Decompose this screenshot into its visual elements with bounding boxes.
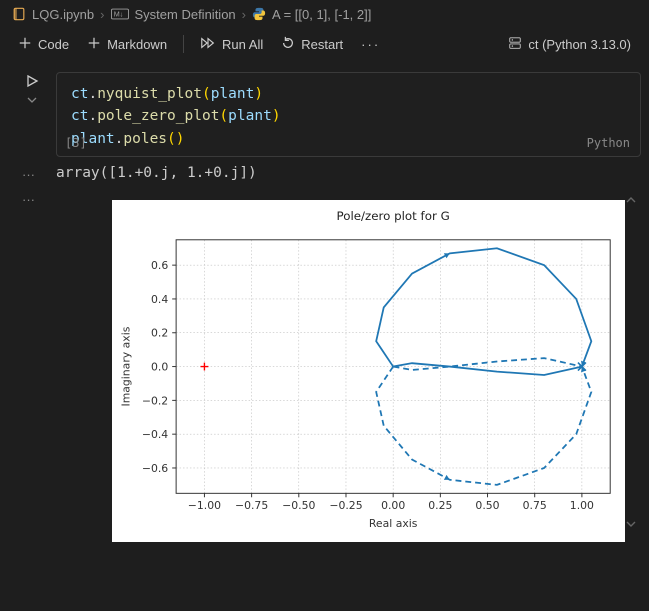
svg-text:0.0: 0.0 [151,361,168,374]
code-line: ct.nyquist_plot(plant) [71,83,626,105]
run-all-button[interactable]: Run All [194,34,269,55]
kernel-picker[interactable]: ct (Python 3.13.0) [502,34,637,55]
code-line: plant.poles() [71,128,626,150]
svg-text:Pole/zero plot for G: Pole/zero plot for G [337,209,450,223]
svg-text:0.25: 0.25 [428,500,452,513]
ellipsis-icon: ··· [361,37,380,52]
svg-text:0.75: 0.75 [523,500,547,513]
svg-text:−1.00: −1.00 [188,500,221,513]
svg-text:0.4: 0.4 [151,293,168,306]
kernel-label: ct (Python 3.13.0) [528,37,631,52]
output-plot: −1.00 −0.75 −0.50 −0.25 0.00 0.25 0.50 0.75 1.00… [112,200,625,542]
notebook-toolbar: Code Markdown Run All Restart ··· ct (Py… [0,28,649,60]
run-all-label: Run All [222,37,263,52]
code-editor[interactable]: ct.nyquist_plot(plant)ct.pole_zero_plot(… [56,72,641,157]
more-button[interactable]: ··· [355,35,386,54]
svg-text:0.50: 0.50 [475,500,499,513]
markdown-icon: M↓ [111,8,129,20]
restart-button[interactable]: Restart [275,34,349,55]
restart-label: Restart [301,37,343,52]
add-markdown-label: Markdown [107,37,167,52]
breadcrumb-file-label: LQG.ipynb [32,7,94,22]
svg-text:−0.25: −0.25 [329,500,362,513]
breadcrumb-file[interactable]: LQG.ipynb [12,7,94,22]
breadcrumb-cell[interactable]: A = [[0, 1], [-1, 2]] [252,7,371,22]
code-cell: ct.nyquist_plot(plant)ct.pole_zero_plot(… [8,72,641,157]
svg-text:Real axis: Real axis [369,517,418,530]
horizontal-scrollbar[interactable] [64,530,625,540]
svg-text:1.00: 1.00 [570,500,594,513]
plus-icon [87,36,101,53]
breadcrumb-section[interactable]: M↓ System Definition [111,7,236,22]
chevron-right-icon: › [100,7,104,22]
output-menu-button[interactable]: ··· [8,165,56,182]
code-line: ct.pole_zero_plot(plant) [71,105,626,127]
breadcrumb: LQG.ipynb › M↓ System Definition › A = [… [0,0,649,28]
output-menu-button[interactable]: ··· [8,190,56,207]
scroll-up-button[interactable] [625,194,637,206]
breadcrumb-cell-label: A = [[0, 1], [-1, 2]] [272,7,371,22]
chevron-down-icon[interactable] [27,92,37,107]
svg-text:−0.2: −0.2 [142,395,168,408]
svg-text:−0.4: −0.4 [142,429,168,442]
scroll-down-button[interactable] [625,518,637,530]
server-icon [508,36,522,53]
svg-text:Imaginary axis: Imaginary axis [120,327,133,407]
restart-icon [281,36,295,53]
run-cell-button[interactable] [22,72,42,90]
output-text: array([1.+0.j, 1.+0.j]) [56,165,257,181]
svg-text:−0.75: −0.75 [235,500,268,513]
add-code-button[interactable]: Code [12,34,75,55]
run-all-icon [200,36,216,53]
toolbar-divider [183,35,184,53]
svg-text:−0.6: −0.6 [142,462,168,475]
plus-icon [18,36,32,53]
output-plot-row: ··· −1.00 −0.75 −0.50 −0.25 0.00 0.25 0.50 0.75… [8,190,641,542]
notebook-icon [12,7,26,21]
output-text-row: ··· array([1.+0.j, 1.+0.j]) [8,165,641,182]
execution-count: [3] [65,134,87,153]
python-icon [252,7,266,21]
svg-text:0.00: 0.00 [381,500,405,513]
language-badge[interactable]: Python [587,134,630,153]
breadcrumb-section-label: System Definition [135,7,236,22]
add-code-label: Code [38,37,69,52]
svg-text:−0.50: −0.50 [282,500,315,513]
svg-text:0.6: 0.6 [151,259,168,272]
svg-text:0.2: 0.2 [151,327,168,340]
chevron-right-icon: › [242,7,246,22]
svg-text:M↓: M↓ [113,10,123,19]
add-markdown-button[interactable]: Markdown [81,34,173,55]
